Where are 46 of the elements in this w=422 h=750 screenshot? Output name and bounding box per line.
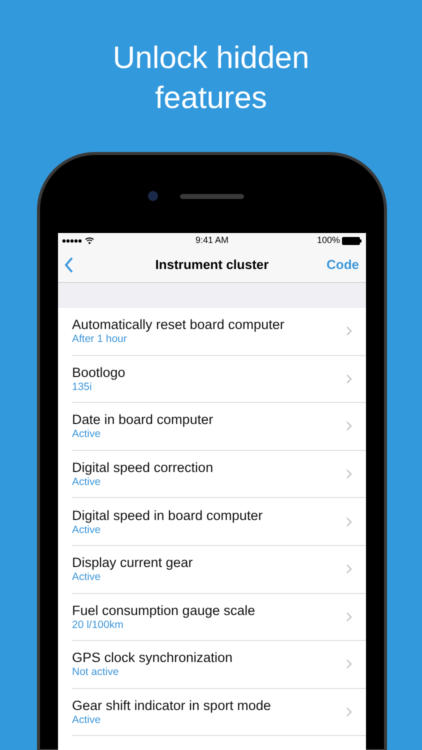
wifi-icon [85,237,94,244]
screen-title: Instrument cluster [154,256,270,274]
list-row[interactable]: GPS clock synchronization Not active [72,641,366,689]
list-row[interactable]: Fuel consumption gauge scale 20 l/100km [72,594,366,642]
row-value: Active [72,428,102,442]
chevron-icon [346,564,352,574]
camera-icon [148,191,158,201]
chevron-icon [346,469,352,480]
row-value: Active [72,571,102,584]
row-title: GPS clock synchronization [72,649,234,666]
speaker-grille [180,194,244,199]
headline: Unlock hidden features [112,39,310,117]
list-row[interactable]: Digital speed in board computer Active [72,498,366,546]
list-row[interactable]: Gear shift indicator in sport mode Active [72,688,366,736]
row-title: Gear shift indicator in sport mode [72,697,272,714]
chevron-icon [346,326,352,336]
row-title: Bootlogo [72,364,126,381]
row-value: Active [72,524,102,537]
row-value: Active [72,714,102,728]
row-title: Automatically reset board computer [72,316,286,334]
chevron-icon [346,421,352,432]
row-value: 20 l/100km [72,618,124,632]
chevron-icon [346,707,352,718]
battery-icon [342,236,362,244]
back-icon [64,257,74,273]
list-row[interactable]: Display current gear Active [72,546,366,594]
row-value: After 1 hour [72,333,128,346]
list-row[interactable]: Date in board computer Active [72,403,366,451]
chevron-icon [346,612,352,622]
list-row[interactable]: Bootlogo 135i [72,356,366,404]
row-title: Fuel consumption gauge scale [72,602,256,619]
row-title: Digital speed correction [72,459,214,476]
row-value: Active [72,476,102,490]
list-row[interactable]: Automatically reset board computer After 1 hour [72,308,366,356]
chevron-icon [346,659,352,670]
row-title: Display current gear [72,554,194,572]
row-title: Digital speed in board computer [72,506,264,524]
row-value: Not active [72,666,120,680]
row-title: Date in board computer [72,411,214,428]
chevron-icon [346,516,352,527]
battery-percentage: 100% [316,234,340,247]
row-value: 135i [72,380,93,394]
chevron-icon [346,374,352,384]
signal-icon [62,238,82,242]
list-row[interactable]: Digital speed correction Active [72,450,366,498]
status-time: 9:41 AM [194,234,230,247]
